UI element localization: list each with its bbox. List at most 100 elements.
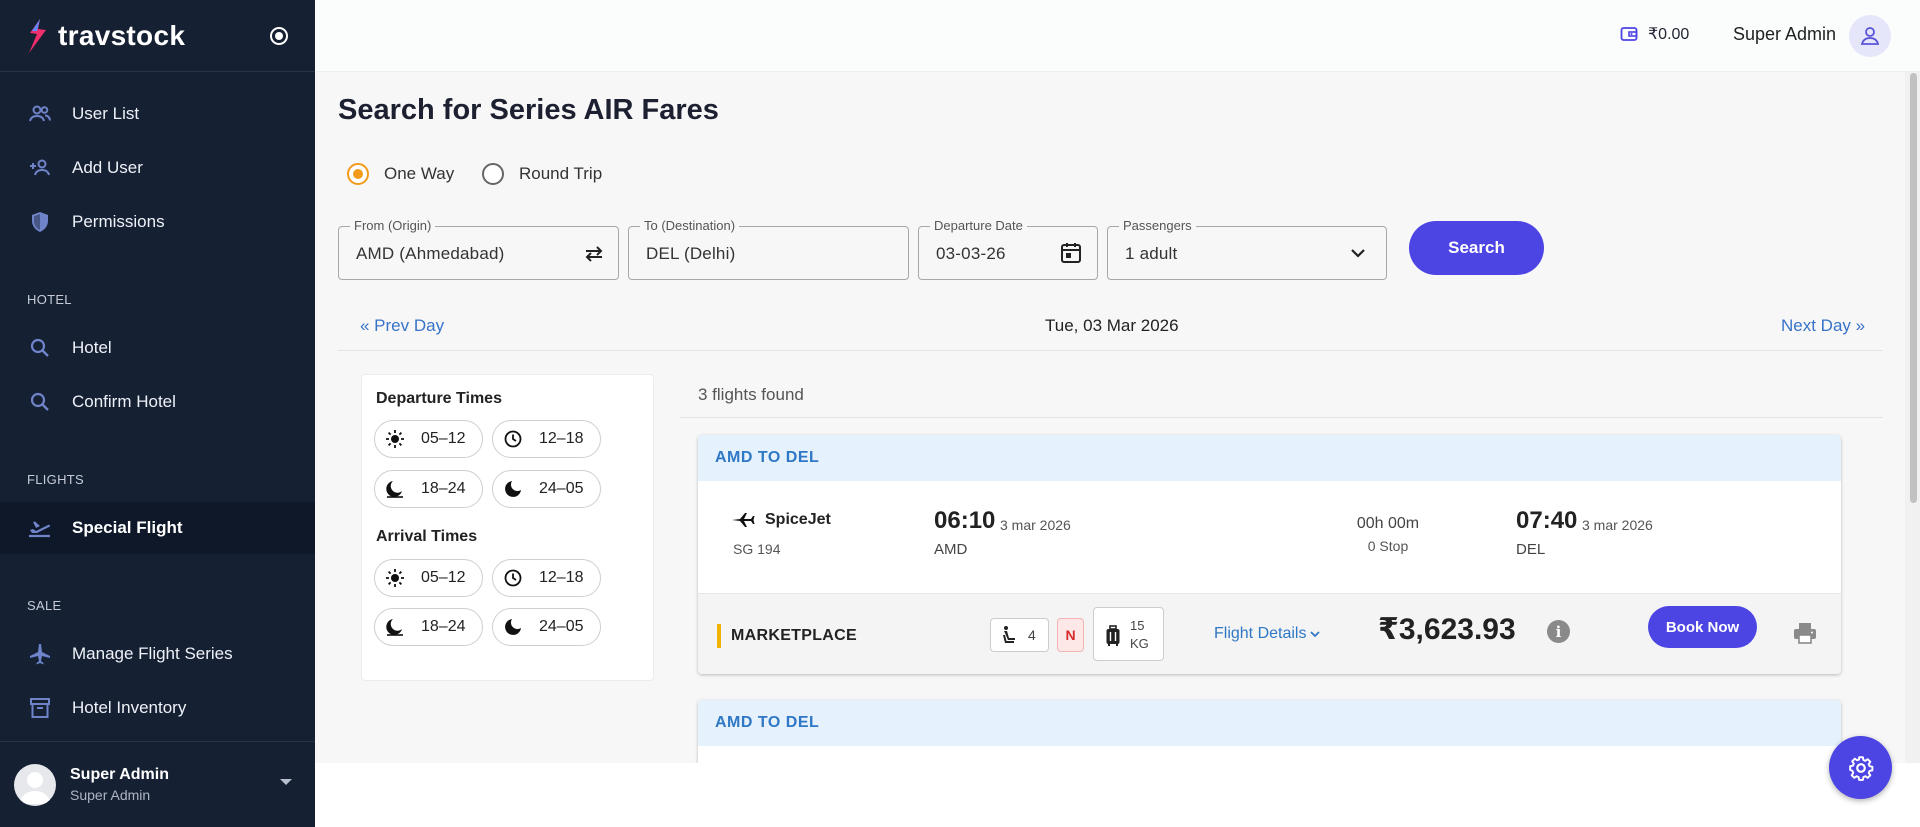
sidebar-item-special-flight[interactable]: Special Flight [0,502,315,554]
print-icon[interactable] [1792,620,1818,646]
sidebar-item-label: Hotel Inventory [72,698,187,717]
baggage-text: 15 KG [1130,617,1158,653]
sidebar-item-label: User List [72,104,140,123]
baggage-weight: 15 [1130,618,1145,633]
info-icon[interactable]: i [1547,620,1570,643]
avatar [14,763,56,806]
flight-takeoff-icon [26,514,54,542]
arrival-times-title: Arrival Times [376,528,478,545]
sidebar-item-hotel[interactable]: Hotel [0,322,315,374]
route-header: AMD TO DEL [698,700,1841,746]
dep-filter-05-12[interactable]: 05–12 [374,420,483,458]
radio-toggle-icon[interactable] [270,27,288,45]
divider [338,350,1883,351]
sidebar-item-user-list[interactable]: User List [0,88,315,140]
moon-icon [503,479,523,499]
scrollbar-thumb[interactable] [1910,73,1917,503]
calendar-icon[interactable] [1059,241,1083,265]
field-label: To (Destination) [640,219,740,233]
current-date: Tue, 03 Mar 2026 [1045,316,1179,335]
arrival-airport: DEL [1516,541,1546,558]
book-now-button[interactable]: Book Now [1648,606,1757,648]
departure-airport: AMD [934,541,968,558]
field-label: Passengers [1119,219,1196,233]
airplane-icon [26,640,54,668]
sidebar-user-menu[interactable]: Super Admin Super Admin [0,741,315,827]
dep-filter-24-05[interactable]: 24–05 [492,470,601,508]
evening-moon-icon [385,479,405,499]
route-header: AMD TO DEL [698,435,1841,481]
sidebar-user-role: Super Admin [70,787,151,803]
brand-name: travstock [58,19,186,51]
swap-icon[interactable] [583,244,605,264]
moon-icon [503,617,523,637]
dep-filter-18-24[interactable]: 18–24 [374,470,483,508]
fare-price: ₹3,623.93 [1378,613,1516,646]
arr-filter-18-24[interactable]: 18–24 [374,608,483,646]
chevron-down-icon[interactable] [280,779,292,785]
chip-label: 18–24 [421,480,466,497]
dep-filter-12-18[interactable]: 12–18 [492,420,601,458]
search-icon [26,334,54,362]
add-user-icon [26,154,54,182]
wallet-balance[interactable]: ₹0.00 [1620,24,1689,44]
sidebar-item-confirm-hotel[interactable]: Confirm Hotel [0,376,315,428]
sun-icon [385,429,405,449]
field-value: DEL (Delhi) [646,244,736,263]
departure-date-field[interactable]: Departure Date 03-03-26 [918,219,1098,280]
clock-icon [503,568,523,588]
sidebar-item-manage-flight-series[interactable]: Manage Flight Series [0,628,315,680]
field-value: 03-03-26 [936,244,1006,263]
evening-moon-icon [385,617,405,637]
flight-details-label: Flight Details [1214,625,1307,642]
flight-details-toggle[interactable]: Flight Details [1214,625,1321,643]
chip-label: 05–12 [421,430,466,447]
top-user-name[interactable]: Super Admin [1733,24,1836,45]
sidebar-item-hotel-inventory[interactable]: Hotel Inventory [0,682,315,734]
origin-field[interactable]: From (Origin) AMD (Ahmedabad) [338,219,619,280]
gear-icon [1848,755,1874,781]
passengers-select[interactable]: Passengers 1 adult [1107,219,1387,280]
search-button[interactable]: Search [1409,221,1544,275]
page-title: Search for Series AIR Fares [338,94,719,126]
chip-label: 12–18 [539,430,584,447]
next-day-link[interactable]: Next Day » [1781,316,1865,336]
seats-count: 4 [1028,627,1036,643]
arr-filter-12-18[interactable]: 12–18 [492,559,601,597]
destination-field[interactable]: To (Destination) DEL (Delhi) [628,219,909,280]
wallet-icon [1620,25,1638,43]
arr-filter-05-12[interactable]: 05–12 [374,559,483,597]
sun-icon [385,568,405,588]
field-value: 1 adult [1125,244,1178,263]
section-hotel: HOTEL [27,292,72,307]
main-content: Search for Series AIR Fares One Way Roun… [315,72,1905,763]
chip-label: 12–18 [539,569,584,586]
radio-round-trip[interactable]: Round Trip [482,163,602,185]
baggage-allowance: 15 KG [1093,607,1164,661]
chevron-down-icon [1306,630,1321,638]
chip-label: 18–24 [421,618,466,635]
radio-circle [482,163,504,185]
departure-date: 3 mar 2026 [1000,517,1071,533]
clock-icon [503,429,523,449]
departure-times-title: Departure Times [376,390,502,407]
arr-filter-24-05[interactable]: 24–05 [492,608,601,646]
sidebar-item-label: Permissions [72,212,165,231]
airline-name: SpiceJet [765,511,831,528]
sidebar-item-label: Hotel [72,338,112,357]
radio-one-way[interactable]: One Way [347,163,454,185]
sidebar-item-add-user[interactable]: Add User [0,142,315,194]
user-avatar-icon[interactable] [1849,15,1891,57]
sidebar-item-permissions[interactable]: Permissions [0,196,315,248]
chip-label: 24–05 [539,480,584,497]
fare-type-marker [717,624,721,648]
fare-type: MARKETPLACE [731,627,857,644]
prev-day-link[interactable]: « Prev Day [360,316,444,336]
settings-fab[interactable] [1829,736,1892,799]
fare-class-badge: N [1057,618,1084,652]
baggage-unit: KG [1130,636,1149,651]
shield-icon [26,208,54,236]
airline-logo-icon [731,511,765,529]
chevron-down-icon [1350,247,1366,259]
flight-duration: 00h 00m [1356,515,1420,532]
